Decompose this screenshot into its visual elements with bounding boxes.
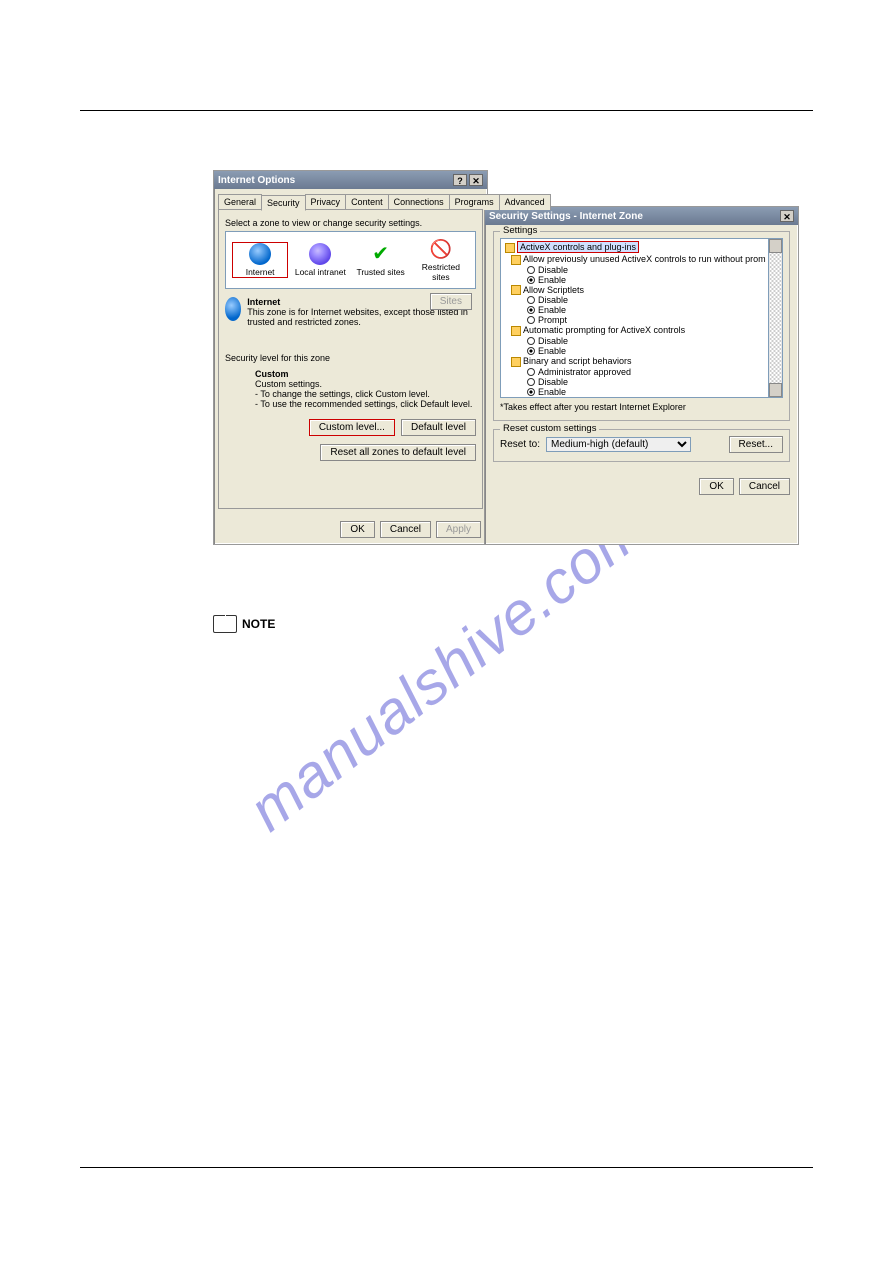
settings-tree[interactable]: ActiveX controls and plug-ins Allow prev…	[500, 238, 769, 398]
radio-icon[interactable]	[527, 296, 535, 304]
security-settings-dialog: Security Settings - Internet Zone ✕ Sett…	[484, 206, 799, 545]
zone-list: Internet Local intranet Trusted sites Re…	[225, 231, 476, 289]
custom-settings: Custom Custom settings. - To change the …	[255, 369, 476, 409]
io-apply-button[interactable]: Apply	[436, 521, 481, 538]
radio-icon[interactable]	[527, 266, 535, 274]
tab-content[interactable]: Content	[345, 194, 389, 210]
security-level-label: Security level for this zone	[225, 353, 476, 363]
close-icon[interactable]: ✕	[469, 174, 483, 186]
activex-header: ActiveX controls and plug-ins	[517, 241, 639, 253]
tab-general[interactable]: General	[218, 194, 262, 210]
note-callout: NOTE	[213, 615, 275, 633]
vertical-scrollbar[interactable]	[769, 238, 783, 398]
reset-all-zones-button[interactable]: Reset all zones to default level	[320, 444, 476, 461]
radio-icon[interactable]	[527, 276, 535, 284]
restart-note: *Takes effect after you restart Internet…	[500, 402, 783, 412]
note-label: NOTE	[242, 617, 275, 631]
globe-icon	[249, 243, 271, 265]
radio-icon[interactable]	[527, 347, 535, 355]
tab-privacy[interactable]: Privacy	[305, 194, 347, 210]
item-icon	[511, 285, 521, 295]
watermark-text: manualshive.com	[235, 494, 657, 845]
tab-advanced[interactable]: Advanced	[499, 194, 551, 210]
radio-icon[interactable]	[527, 337, 535, 345]
tab-connections[interactable]: Connections	[388, 194, 450, 210]
io-titlebar: Internet Options ? ✕	[214, 171, 487, 189]
ss-title: Security Settings - Internet Zone	[489, 211, 643, 222]
item-icon	[511, 397, 521, 398]
check-icon	[370, 243, 392, 265]
tab-security[interactable]: Security	[261, 195, 306, 211]
figure: Internet Options ? ✕ General Security Pr…	[213, 170, 799, 545]
tab-programs[interactable]: Programs	[449, 194, 500, 210]
item-icon	[511, 357, 521, 367]
item-icon	[511, 326, 521, 336]
ss-ok-button[interactable]: OK	[699, 478, 733, 495]
page-rule-bottom	[80, 1167, 813, 1168]
settings-group: Settings ActiveX controls and plug-ins A…	[493, 231, 790, 421]
intranet-icon	[309, 243, 331, 265]
sites-button[interactable]: Sites	[430, 293, 472, 310]
zone-desc-text: This zone is for Internet websites, exce…	[247, 307, 468, 327]
radio-icon[interactable]	[527, 306, 535, 314]
close-icon[interactable]: ✕	[780, 210, 794, 222]
zone-trusted[interactable]: Trusted sites	[353, 243, 409, 277]
tab-pane-security: Select a zone to view or change security…	[218, 209, 483, 509]
reset-button[interactable]: Reset...	[729, 436, 783, 453]
zone-local-intranet[interactable]: Local intranet	[292, 243, 348, 277]
default-level-button[interactable]: Default level	[401, 419, 476, 436]
ss-cancel-button[interactable]: Cancel	[739, 478, 790, 495]
radio-icon[interactable]	[527, 368, 535, 376]
custom-title: Custom	[255, 369, 289, 379]
zone-restricted[interactable]: Restricted sites	[413, 238, 469, 282]
page-rule-top	[80, 110, 813, 111]
zone-name: Internet	[247, 297, 280, 307]
reset-group-title: Reset custom settings	[500, 423, 599, 434]
item-icon	[511, 255, 521, 265]
zone-prompt: Select a zone to view or change security…	[225, 218, 476, 228]
io-ok-button[interactable]: OK	[340, 521, 374, 538]
globe-icon-large	[225, 297, 241, 321]
book-icon	[213, 615, 237, 633]
io-title: Internet Options	[218, 175, 295, 186]
radio-icon[interactable]	[527, 378, 535, 386]
category-icon	[505, 243, 515, 253]
io-cancel-button[interactable]: Cancel	[380, 521, 431, 538]
radio-icon[interactable]	[527, 316, 535, 324]
radio-icon[interactable]	[527, 388, 535, 396]
reset-group: Reset custom settings Reset to: Medium-h…	[493, 429, 790, 462]
reset-to-select[interactable]: Medium-high (default)	[546, 437, 691, 452]
internet-options-dialog: Internet Options ? ✕ General Security Pr…	[213, 170, 488, 545]
zone-internet[interactable]: Internet	[232, 242, 288, 278]
restricted-icon	[430, 238, 452, 260]
reset-to-label: Reset to:	[500, 439, 540, 450]
io-tabs: General Security Privacy Content Connect…	[218, 194, 483, 210]
help-icon[interactable]: ?	[453, 174, 467, 186]
settings-group-title: Settings	[500, 225, 540, 236]
custom-level-button[interactable]: Custom level...	[309, 419, 395, 436]
